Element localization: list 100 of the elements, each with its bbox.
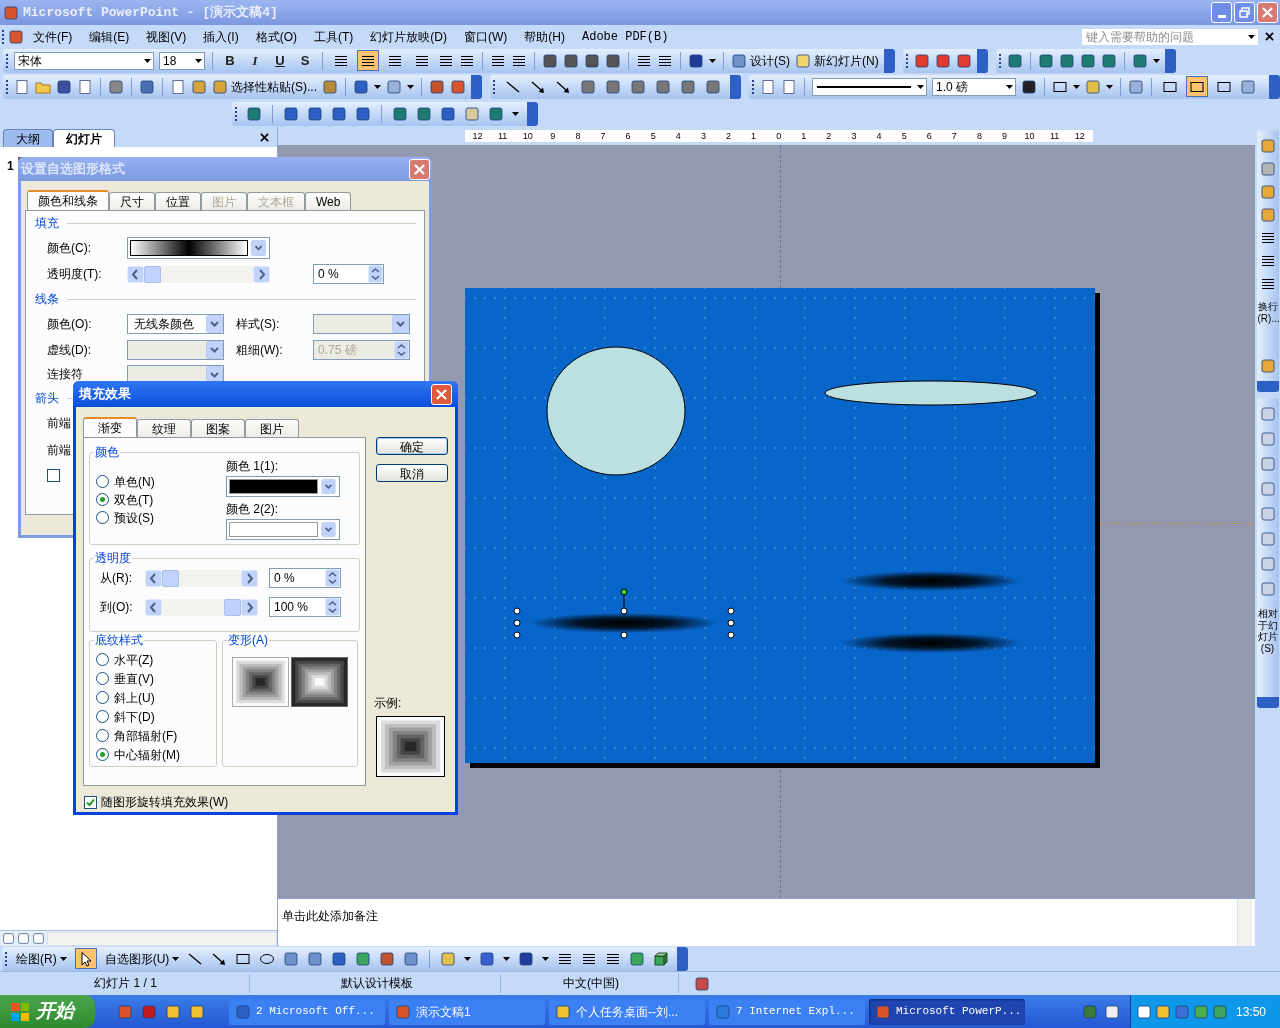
- toolbar-icon[interactable]: [1006, 52, 1023, 69]
- taskbar-button[interactable]: 2 Microsoft Off...: [229, 998, 385, 1025]
- toolbar-icon[interactable]: [355, 105, 371, 122]
- toolbar-icon[interactable]: [283, 105, 299, 122]
- toolbar-icon[interactable]: [416, 105, 432, 122]
- right-arrow-button[interactable]: [241, 569, 258, 587]
- radio-button[interactable]: [96, 691, 109, 704]
- toolbar-options-button[interactable]: [471, 74, 482, 99]
- grip-handle[interactable]: [752, 79, 755, 94]
- radio-button[interactable]: [96, 653, 109, 666]
- tab[interactable]: 位置: [155, 192, 201, 210]
- menu-item[interactable]: 工具(T): [311, 27, 357, 46]
- caret-icon[interactable]: [1152, 58, 1160, 63]
- selection-handle[interactable]: [620, 631, 628, 639]
- left-arrow-button[interactable]: [145, 569, 162, 587]
- line-color-dropdown[interactable]: 无线条颜色: [127, 314, 224, 334]
- tab[interactable]: 纹理: [137, 419, 191, 437]
- select-objects-button[interactable]: [74, 948, 97, 969]
- radio-button[interactable]: [96, 475, 109, 488]
- radio-button[interactable]: [96, 511, 109, 524]
- caret-icon[interactable]: [917, 84, 924, 89]
- wrap-button[interactable]: 换行(R)...: [1257, 299, 1278, 326]
- grip-handle[interactable]: [905, 53, 909, 68]
- spin-buttons-icon[interactable]: [394, 341, 409, 359]
- radio-button[interactable]: [96, 710, 109, 723]
- checkbox[interactable]: [84, 795, 97, 809]
- right-arrow-button[interactable]: [241, 598, 258, 616]
- grip-handle[interactable]: [235, 106, 238, 121]
- design-button[interactable]: 设计(S): [731, 51, 790, 70]
- toolbar-icon[interactable]: [1079, 52, 1096, 69]
- caret-icon[interactable]: [1248, 34, 1255, 39]
- transparency-field[interactable]: 0 %: [313, 264, 384, 284]
- toolbar-icon[interactable]: [955, 52, 972, 69]
- toolbar-options-button[interactable]: [1256, 381, 1279, 392]
- color-dropdown[interactable]: [226, 476, 340, 497]
- font-dropdown[interactable]: 宋体: [14, 51, 154, 70]
- text-style-button[interactable]: I: [245, 50, 265, 71]
- toolbar-options-button[interactable]: [883, 48, 895, 73]
- toolbar-icon[interactable]: [307, 105, 323, 122]
- toolbar-options-button[interactable]: [976, 48, 988, 73]
- menu-item[interactable]: 编辑(E): [86, 27, 133, 46]
- toolbar-icon[interactable]: [353, 78, 369, 95]
- toolbar-icon[interactable]: [1100, 52, 1117, 69]
- help-search-field[interactable]: 键入需要帮助的问题: [1081, 27, 1259, 46]
- taskbar-button[interactable]: 7 Internet Expl...: [709, 998, 865, 1025]
- taskbar-button[interactable]: 演示文稿1: [389, 998, 545, 1025]
- transparency-field[interactable]: 0 %: [269, 568, 341, 588]
- grip-handle[interactable]: [6, 79, 9, 94]
- caret-icon[interactable]: [407, 84, 414, 89]
- menu-item[interactable]: 插入(I): [200, 27, 242, 46]
- slider-thumb[interactable]: [224, 598, 241, 616]
- toolbar-icon[interactable]: [1037, 52, 1054, 69]
- spin-buttons-icon[interactable]: [325, 569, 340, 587]
- toolbar-icon[interactable]: [1104, 1003, 1120, 1020]
- grip-handle[interactable]: [493, 79, 496, 94]
- caret-icon[interactable]: [374, 84, 381, 89]
- toolbar-options-button[interactable]: [1256, 697, 1279, 708]
- toolbar-icon[interactable]: [331, 105, 347, 122]
- relative-to-slide-button[interactable]: 相对于幻灯片(S): [1257, 606, 1278, 656]
- text-style-button[interactable]: U: [270, 50, 290, 71]
- close-button[interactable]: [1257, 2, 1278, 23]
- notes-pane[interactable]: 单击此处添加备注: [278, 898, 1255, 946]
- radio-button[interactable]: [96, 729, 109, 742]
- toolbar-icon[interactable]: [563, 52, 579, 69]
- color-dropdown[interactable]: [226, 519, 340, 540]
- caret-icon[interactable]: [59, 956, 67, 961]
- caret-icon[interactable]: [1006, 84, 1013, 89]
- horizontal-scrollbar[interactable]: [47, 931, 277, 946]
- caret-icon[interactable]: [542, 956, 550, 961]
- page-icon[interactable]: [781, 78, 797, 95]
- page-icon[interactable]: [77, 78, 93, 95]
- tab[interactable]: 渐变: [83, 417, 137, 437]
- caret-icon[interactable]: [195, 58, 202, 63]
- toolbar-icon[interactable]: [392, 105, 408, 122]
- draw-menu-button[interactable]: 绘图(R): [16, 949, 67, 968]
- tab[interactable]: 图案: [191, 419, 245, 437]
- caret-icon[interactable]: [709, 58, 716, 63]
- spin-buttons-icon[interactable]: [368, 265, 383, 283]
- restore-button[interactable]: [1234, 2, 1255, 23]
- toolbar-icon[interactable]: [379, 950, 396, 967]
- paste-special-button[interactable]: 选择性粘贴(S)...: [212, 77, 317, 96]
- close-icon[interactable]: [260, 133, 269, 142]
- gradient-variant[interactable]: [233, 658, 288, 706]
- gradient-oval-shape[interactable]: [529, 613, 719, 633]
- line-style-dropdown[interactable]: [812, 77, 927, 96]
- page-icon[interactable]: [760, 78, 776, 95]
- menu-item[interactable]: 格式(O): [252, 27, 300, 46]
- gradient-oval-shape[interactable]: [841, 571, 1021, 591]
- caret-icon[interactable]: [144, 58, 151, 63]
- circle-shape[interactable]: [546, 346, 686, 476]
- slider-thumb[interactable]: [162, 569, 179, 587]
- taskbar-button[interactable]: Microsoft PowerP...: [869, 998, 1025, 1025]
- menu-item[interactable]: 帮助(H): [521, 27, 568, 46]
- tab[interactable]: 幻灯片: [53, 129, 115, 147]
- tab[interactable]: 颜色和线条: [27, 190, 109, 210]
- text-style-button[interactable]: B: [220, 50, 240, 71]
- ok-button[interactable]: 确定: [376, 437, 448, 455]
- toolbar-icon[interactable]: [479, 950, 496, 967]
- toolbar-icon[interactable]: [1058, 52, 1075, 69]
- toolbar-icon[interactable]: [584, 52, 600, 69]
